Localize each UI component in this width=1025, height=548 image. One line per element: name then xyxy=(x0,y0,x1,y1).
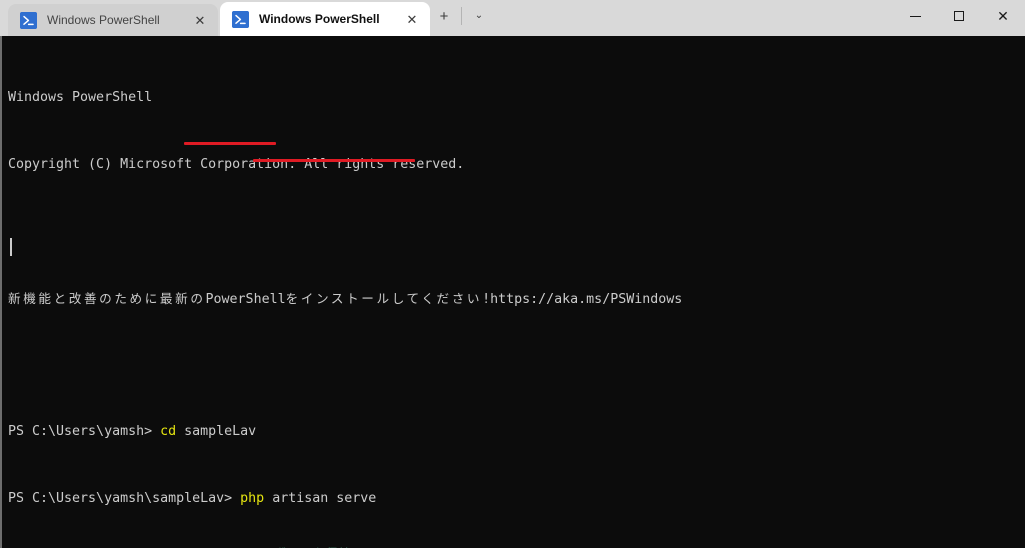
window-controls: ✕ xyxy=(893,0,1025,32)
powershell-banner: Windows PowerShell xyxy=(8,90,153,106)
close-icon: ✕ xyxy=(997,8,1009,24)
powershell-window: Windows PowerShell ✕ Windows PowerShell … xyxy=(0,0,1025,548)
command-1-args: sampleLav xyxy=(176,424,257,440)
title-bar: Windows PowerShell ✕ Windows PowerShell … xyxy=(0,0,1025,36)
divider xyxy=(461,7,462,25)
command-line-2: PS C:\Users\yamsh\sampleLav> php artisan… xyxy=(8,491,1025,508)
text-cursor xyxy=(10,238,12,256)
tab-title: Windows PowerShell xyxy=(47,13,160,27)
tab-actions: + ⌄ xyxy=(430,0,493,36)
prompt-2: PS C:\Users\yamsh\sampleLav> xyxy=(8,490,241,506)
upgrade-notice-url: !https://aka.ms/PSWindows xyxy=(482,291,683,307)
minimize-icon xyxy=(909,15,921,17)
tab-title: Windows PowerShell xyxy=(259,12,380,26)
command-1-keyword: cd xyxy=(160,424,177,440)
upgrade-notice-jp-2: をインストールしてください xyxy=(285,290,483,306)
tab-close-icon[interactable]: ✕ xyxy=(188,8,212,32)
new-tab-icon[interactable]: + xyxy=(430,2,458,30)
upgrade-notice-jp: 新機能と改善のために最新の xyxy=(8,290,206,306)
command-2-keyword: php xyxy=(240,490,265,506)
close-button[interactable]: ✕ xyxy=(981,0,1025,32)
annotation-underline-php-artisan-serve xyxy=(253,159,415,162)
chevron-down-icon[interactable]: ⌄ xyxy=(465,2,493,30)
tab-windows-powershell-2[interactable]: Windows PowerShell ✕ xyxy=(220,2,430,36)
annotation-underline-cd-command xyxy=(184,142,276,145)
maximize-button[interactable] xyxy=(937,0,981,32)
tab-windows-powershell-1[interactable]: Windows PowerShell ✕ xyxy=(8,4,218,36)
output-line-upgrade-notice: 新機能と改善のために最新のPowerShellをインストールしてください!htt… xyxy=(8,291,1025,308)
prompt-1: PS C:\Users\yamsh> xyxy=(8,424,161,440)
command-2-args: artisan serve xyxy=(264,490,377,506)
upgrade-notice-product: PowerShell xyxy=(205,291,286,307)
tab-strip: Windows PowerShell ✕ Windows PowerShell … xyxy=(0,0,493,36)
minimize-button[interactable] xyxy=(893,0,937,32)
powershell-icon xyxy=(232,10,249,28)
output-line: Copyright (C) Microsoft Corporation. All… xyxy=(8,157,1025,174)
terminal-output: Windows PowerShell Copyright (C) Microso… xyxy=(8,40,1025,548)
output-line: Windows PowerShell xyxy=(8,90,1025,107)
terminal-pane[interactable]: Windows PowerShell Copyright (C) Microso… xyxy=(0,36,1025,548)
powershell-icon xyxy=(20,11,37,29)
command-line-1: PS C:\Users\yamsh> cd sampleLav xyxy=(8,424,1025,441)
tab-close-icon[interactable]: ✕ xyxy=(400,7,424,31)
maximize-icon xyxy=(954,11,964,21)
